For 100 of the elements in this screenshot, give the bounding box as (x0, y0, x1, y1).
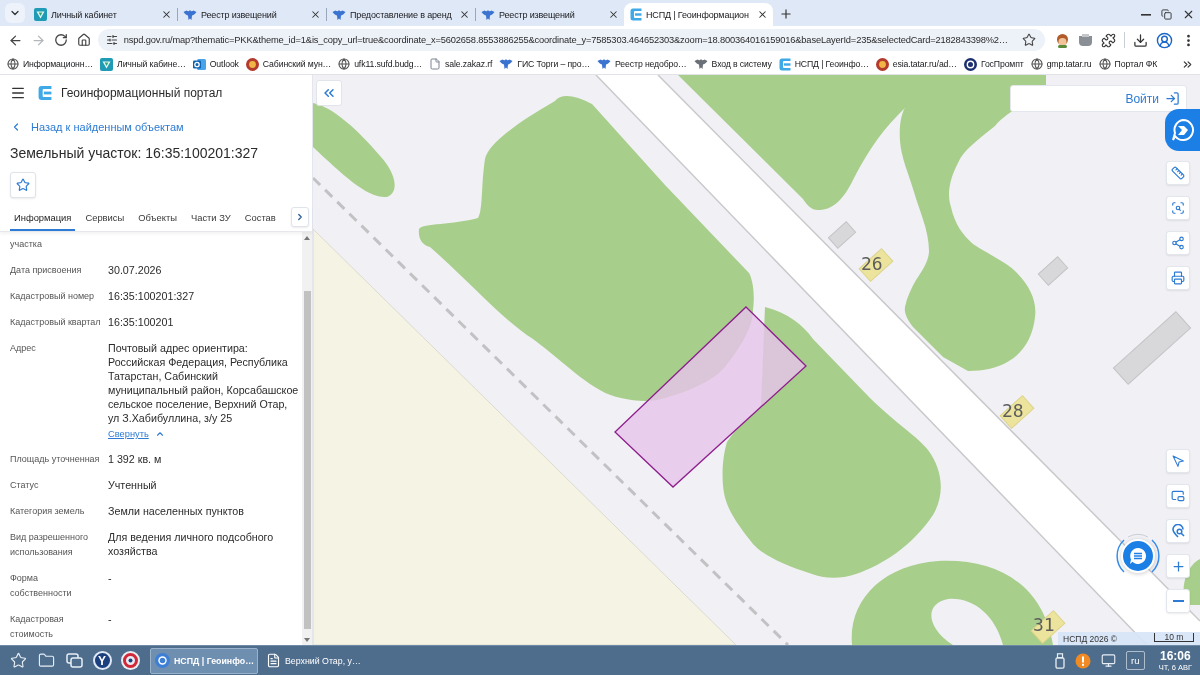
bookmark-item[interactable]: ГосПромпт (963, 57, 1024, 71)
browser-tab[interactable]: Предоставление в аренд (326, 3, 475, 26)
close-icon[interactable] (757, 9, 768, 20)
locate-button[interactable] (1166, 449, 1190, 473)
chat-button[interactable] (1121, 539, 1155, 573)
bookmark-item[interactable]: sale.zakaz.rf (429, 58, 493, 70)
menu-icon[interactable] (10, 85, 26, 101)
document-bubble-icon (1170, 118, 1195, 142)
address-field[interactable]: nspd.gov.ru/map?thematic=PKK&theme_id=1&is_copy_url=true&coordinate_x=5602658.8553886255&coordinate_y=7585303.464652303&zoom=18.800364016159016&baseLayerId=235&selectedCard=2182843398%2… (97, 29, 1045, 51)
new-tab-icon[interactable] (779, 7, 793, 21)
browser-tab[interactable]: НСПД | Геоинформацион (624, 3, 773, 26)
portal-logo-icon (38, 85, 52, 101)
close-icon[interactable] (161, 9, 172, 20)
favorite-button[interactable] (10, 172, 36, 198)
display-icon[interactable] (1100, 653, 1116, 668)
assistant-tab[interactable] (1165, 109, 1200, 151)
chevron-right-icon (295, 212, 305, 222)
taskbar-task[interactable]: Верхний Отар, у… (261, 647, 369, 674)
close-icon[interactable] (459, 9, 470, 20)
bookmark-item[interactable]: Личный кабине… (100, 57, 186, 71)
restore-icon[interactable] (1161, 9, 1172, 20)
scroll-down-icon[interactable] (304, 638, 310, 642)
extension-icon[interactable] (1078, 34, 1093, 46)
minus-icon (1172, 600, 1184, 602)
profile-icon[interactable] (1156, 31, 1173, 49)
windows-icon[interactable] (65, 653, 83, 668)
arrow-right-icon (30, 32, 46, 48)
tab-list-button[interactable] (5, 3, 25, 23)
round-logo-icon (875, 57, 889, 71)
tabs-scroll-button[interactable] (291, 207, 309, 227)
extension-icon[interactable] (1055, 32, 1070, 48)
ring-logo-icon[interactable] (120, 651, 140, 670)
download-icon[interactable] (1133, 32, 1148, 48)
measure-button[interactable] (1166, 161, 1190, 185)
field-value: 16:35:100201 (108, 315, 174, 329)
star-icon (16, 178, 30, 192)
emblem-icon (499, 58, 514, 70)
star-icon[interactable] (9, 652, 27, 669)
browser-launcher[interactable]: Y (92, 651, 112, 670)
pin-search-icon (1171, 524, 1185, 538)
collapse-panel-button[interactable] (316, 80, 342, 106)
bookmark-item[interactable]: НСПД | Геоинфо… (778, 57, 869, 71)
login-button[interactable]: Войти (1125, 91, 1180, 106)
site-settings-icon[interactable] (105, 34, 118, 46)
zoom-out-button[interactable] (1166, 589, 1190, 613)
language-button[interactable]: ru (1125, 651, 1145, 670)
bookmark-item[interactable]: Outlook (192, 57, 239, 71)
scrollbar-thumb[interactable] (303, 291, 311, 629)
bookmark-item[interactable]: Портал ФК (1098, 58, 1158, 70)
house-number: 31 (1033, 615, 1055, 635)
bookmark-item[interactable]: Сабинский мун… (245, 57, 332, 71)
browser-tab[interactable]: Реестр извещений (475, 3, 624, 26)
bookmark-item[interactable]: Информационн… (7, 58, 94, 70)
globe-icon (1098, 58, 1111, 70)
close-icon[interactable] (608, 9, 619, 20)
picture-in-picture-icon (1171, 489, 1185, 503)
zoom-in-button[interactable] (1166, 554, 1190, 578)
bookmark-item[interactable]: ufk11.sufd.budg… (338, 58, 423, 70)
extensions-icon[interactable] (1101, 32, 1116, 48)
object-title: Земельный участок: 16:35:100201:327 (10, 144, 260, 162)
message-icon (1129, 547, 1147, 565)
bookmark-item[interactable]: Реестр недобро… (597, 58, 687, 70)
globe-icon (338, 58, 351, 70)
tile-logo-icon (100, 57, 114, 71)
back-link[interactable]: Назад к найденным объектам (10, 118, 184, 136)
home-icon (77, 33, 92, 47)
browser-tab[interactable]: Реестр извещений (177, 3, 326, 26)
close-icon[interactable] (310, 9, 321, 20)
panel-tab[interactable]: Состав (240, 206, 280, 231)
print-button[interactable] (1166, 266, 1190, 290)
field-value: - (108, 571, 112, 585)
bookmark-star-icon[interactable] (1022, 33, 1036, 47)
field-label: Дата присвоения (10, 264, 83, 277)
scroll-up-icon[interactable] (304, 236, 310, 240)
share-button[interactable] (1166, 231, 1190, 255)
bookmark-item[interactable]: gmp.tatar.ru (1030, 58, 1092, 70)
bookmark-item[interactable]: ГИС Торги – про… (499, 58, 591, 70)
minimize-icon[interactable] (1141, 13, 1151, 16)
scale-bar: 10 m (1154, 633, 1194, 642)
bookmark-item[interactable]: esia.tatar.ru/ad… (875, 57, 957, 71)
usb-drive-icon[interactable] (1054, 652, 1065, 669)
emblem-icon (481, 8, 495, 21)
panel-tab[interactable]: Сервисы (81, 206, 129, 231)
panel-tab[interactable]: Объекты (134, 206, 181, 231)
field-value: 1 392 кв. м (108, 452, 162, 466)
pin-search-button[interactable] (1166, 519, 1190, 543)
collapse-link[interactable]: Свернуть (108, 427, 165, 441)
field-label: Статус (10, 479, 40, 492)
field-value: Земли населенных пунктов (108, 504, 244, 518)
emblem-icon (332, 8, 346, 21)
browser-tab[interactable]: Личный кабинет (28, 3, 177, 26)
close-icon[interactable] (1182, 8, 1195, 21)
area-search-button[interactable] (1166, 196, 1190, 220)
panel-tab[interactable]: Информация (10, 206, 76, 231)
alert-icon[interactable] (1074, 652, 1091, 669)
folder-icon[interactable] (37, 652, 55, 669)
field-label: Кадастровый номер (10, 290, 96, 303)
minimap-button[interactable] (1166, 484, 1190, 508)
bookmark-item[interactable]: Вход в систему (693, 58, 772, 70)
panel-tab[interactable]: Части ЗУ (186, 206, 235, 231)
